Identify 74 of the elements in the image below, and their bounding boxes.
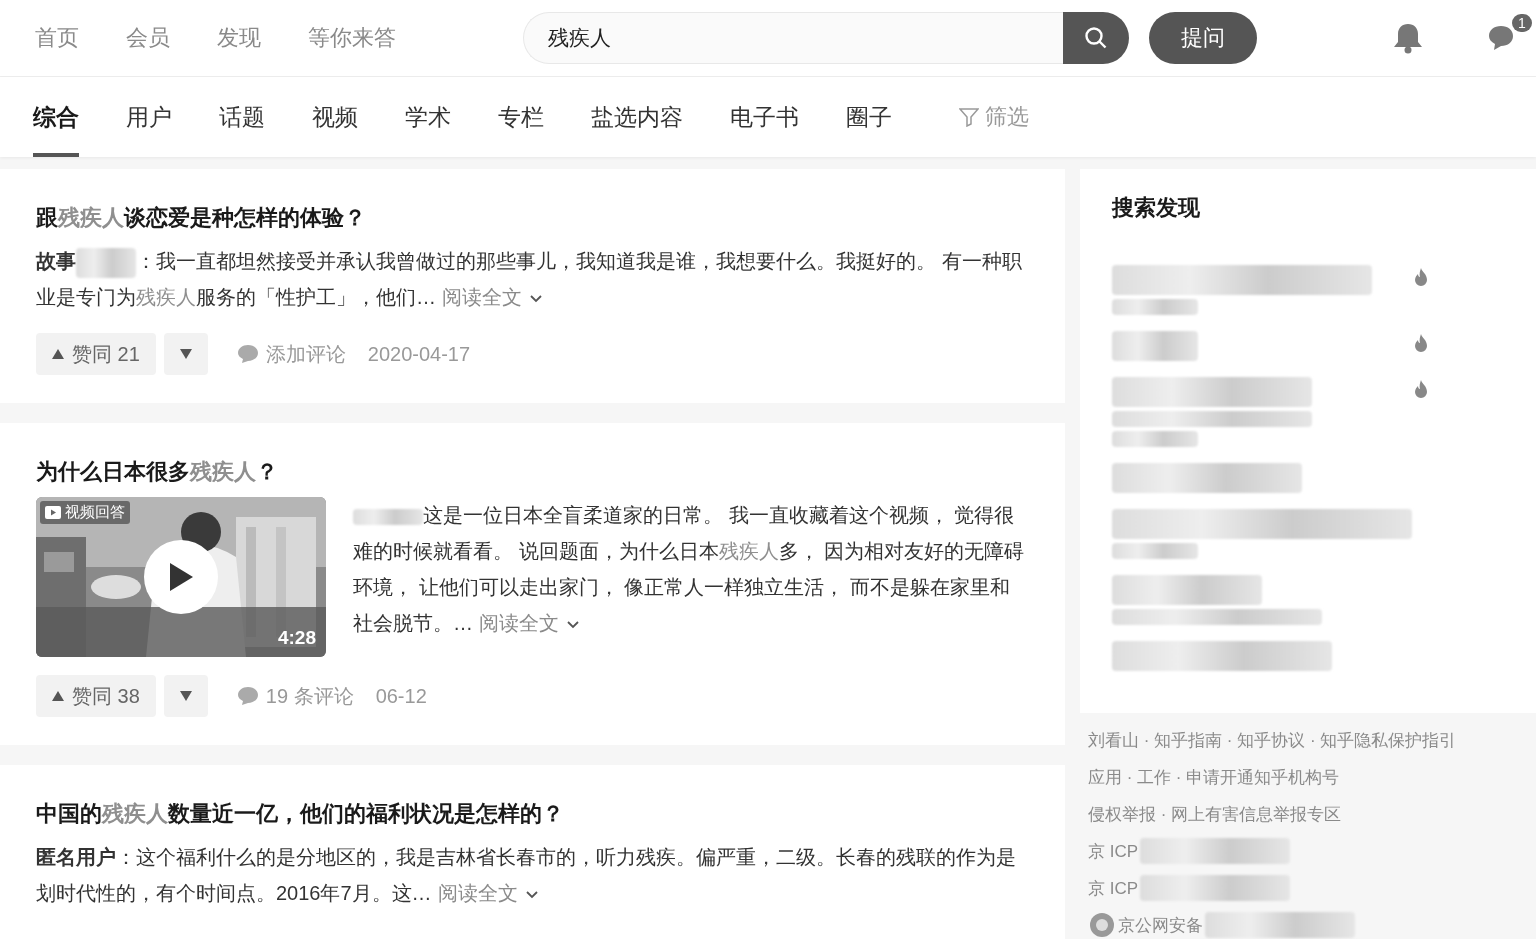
search-tab[interactable]: 专栏 [498,77,544,157]
search-tab[interactable]: 话题 [219,77,265,157]
triangle-up-icon [52,349,64,359]
blurred-topic[interactable] [1112,265,1372,295]
flame-icon [1412,333,1430,353]
nav-link[interactable]: 发现 [217,23,261,53]
flame-icon [1412,267,1430,287]
search-tab[interactable]: 盐选内容 [591,77,683,157]
comment-link[interactable]: 添加评论 [237,340,346,368]
upvote-button[interactable]: 赞同 38 [36,675,156,717]
video-badge: 视频回答 [40,501,130,524]
search-icon [1084,26,1108,50]
read-more-link[interactable]: 阅读全文 [442,286,544,308]
comment-link[interactable]: 19 条评论 [237,682,354,710]
search-tab[interactable]: 电子书 [730,77,799,157]
footer-links[interactable]: 侵权举报 · 网上有害信息举报专区 [1088,802,1342,826]
blurred-topic[interactable] [1112,331,1198,361]
upvote-button[interactable]: 赞同 21 [36,333,156,375]
search-tab[interactable]: 学术 [405,77,451,157]
question-title[interactable]: 中国的残疾人数量近一亿，他们的福利状况是怎样的？ [36,799,1029,829]
blurred-topic[interactable] [1112,411,1312,427]
blurred-topic[interactable] [1112,299,1198,315]
flame-icon [1412,379,1430,399]
footer-links[interactable]: 刘看山 · 知乎指南 · 知乎协议 · 知乎隐私保护指引 [1088,728,1457,752]
answer-excerpt: 这是一位日本全盲柔道家的日常。 我一直收藏着这个视频， 觉得很难的时候就看看。 说回题面，为什么日本残疾人多， 因为相对友好的无障碍环境， 让他们可以走出家门， 像正常人一样独立生活， 而不是躲在家里和社会脱节。… 阅读全文 [353,503,1026,636]
triangle-down-icon [179,349,192,359]
question-title[interactable]: 为什么日本很多残疾人？ [36,457,1029,487]
funnel-icon [959,107,979,127]
answer-excerpt: 匿名用户：这个福利什么的是分地区的，我是吉林省长春市的，听力残疾。偏严重，二级。长春的残联的作为是划时代性的，有个时间点。2016年7月。这… 阅读全文 [36,845,1017,906]
bell-icon [1393,22,1423,54]
blurred-topic[interactable] [1112,641,1332,671]
video-icon [45,506,61,519]
ask-button[interactable]: 提问 [1149,12,1257,64]
footer-links[interactable]: 京 ICP [1088,876,1139,900]
nav-link[interactable]: 会员 [126,23,170,53]
blurred-topic[interactable] [1112,377,1312,407]
message-count-badge: 1 [1512,14,1532,32]
author-name: 匿名用户 [36,846,116,868]
answer-excerpt: 故事 ：我一直都坦然接受并承认我曾做过的那些事儿，我知道我是谁，我想要什么。我挺好的。 有一种职业是专门为残疾人服务的「性护工」，他们… 阅读全文 [36,243,1029,315]
blurred-topic[interactable] [1112,609,1322,625]
downvote-button[interactable] [163,675,208,717]
speech-bubble-icon [237,345,258,363]
filter-button[interactable]: 筛选 [959,77,1029,157]
play-icon [168,562,194,592]
nav-link[interactable]: 等你来答 [308,23,396,53]
search-tab[interactable]: 圈子 [846,77,892,157]
blurred-topic[interactable] [1112,431,1198,447]
notification-button[interactable] [1393,22,1423,54]
blurred-topic[interactable] [1112,463,1302,493]
read-more-link[interactable]: 阅读全文 [437,882,540,904]
post-date: 2020-04-17 [367,342,471,366]
nav-link[interactable]: 首页 [35,23,79,53]
blurred-topic[interactable] [1112,543,1198,559]
search-tab[interactable]: 视频 [312,77,358,157]
downvote-button[interactable] [163,333,208,375]
video-duration: 4:28 [277,627,316,649]
blurred-topic[interactable] [1112,575,1262,605]
question-title[interactable]: 跟残疾人谈恋爱是种怎样的体验？ [36,203,1029,233]
search-tab[interactable]: 用户 [126,77,172,157]
read-more-link[interactable]: 阅读全文 [479,612,581,634]
video-thumbnail[interactable]: 视频回答 4:28 [36,497,326,657]
triangle-up-icon [52,691,64,701]
search-field[interactable]: 残疾人 [523,12,1063,64]
footer-links[interactable]: 应用 · 工作 · 申请开通知乎机构号 [1088,765,1340,789]
triangle-down-icon [179,691,192,701]
panel-title: 搜索发现 [1112,194,1201,222]
speech-bubble-icon [237,687,258,705]
footer-links[interactable]: 京公网安备 [1118,913,1203,937]
search-tab[interactable]: 综合 [33,77,79,157]
footer-links[interactable]: 京 ICP [1088,839,1139,863]
blurred-topic[interactable] [1112,509,1412,539]
search-button[interactable] [1063,12,1129,64]
author-name: 故事 [36,250,76,272]
post-date: 06-12 [375,684,427,708]
